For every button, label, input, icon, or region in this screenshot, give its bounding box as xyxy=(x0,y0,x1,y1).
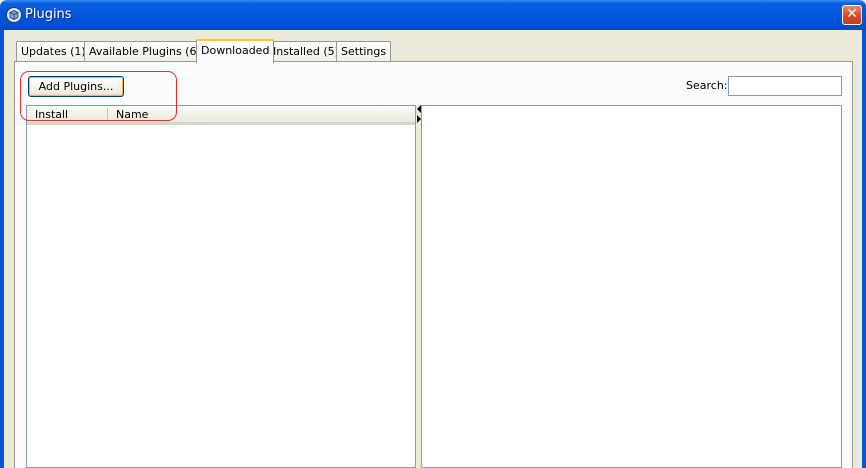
title-bar[interactable]: Plugins ✕ xyxy=(0,0,866,30)
search-label: Search: xyxy=(686,79,728,92)
close-button[interactable]: ✕ xyxy=(842,5,862,25)
window-frame-left xyxy=(0,30,4,468)
tab-settings[interactable]: Settings xyxy=(336,41,392,61)
window-frame-right xyxy=(862,30,866,468)
tab-downloaded[interactable]: Downloaded xyxy=(196,39,275,63)
column-header-name[interactable]: Name xyxy=(116,106,316,122)
table-header: Install Name xyxy=(27,106,415,125)
tab-available-plugins[interactable]: Available Plugins (68) xyxy=(84,41,213,61)
downloaded-plugins-table[interactable]: Install Name xyxy=(26,105,416,468)
plugin-details-panel xyxy=(421,105,842,468)
add-plugins-button[interactable]: Add Plugins... xyxy=(28,76,124,97)
tab-installed[interactable]: Installed (5) xyxy=(268,41,344,61)
plugin-cube-icon xyxy=(6,7,22,23)
plugins-window: Plugins ✕ Updates (1) Available Plugins … xyxy=(0,0,866,468)
window-title: Plugins xyxy=(25,7,72,22)
tab-updates[interactable]: Updates (1) xyxy=(16,41,91,61)
search-input[interactable] xyxy=(728,76,842,96)
column-separator[interactable] xyxy=(107,108,108,121)
column-header-install[interactable]: Install xyxy=(35,106,105,122)
